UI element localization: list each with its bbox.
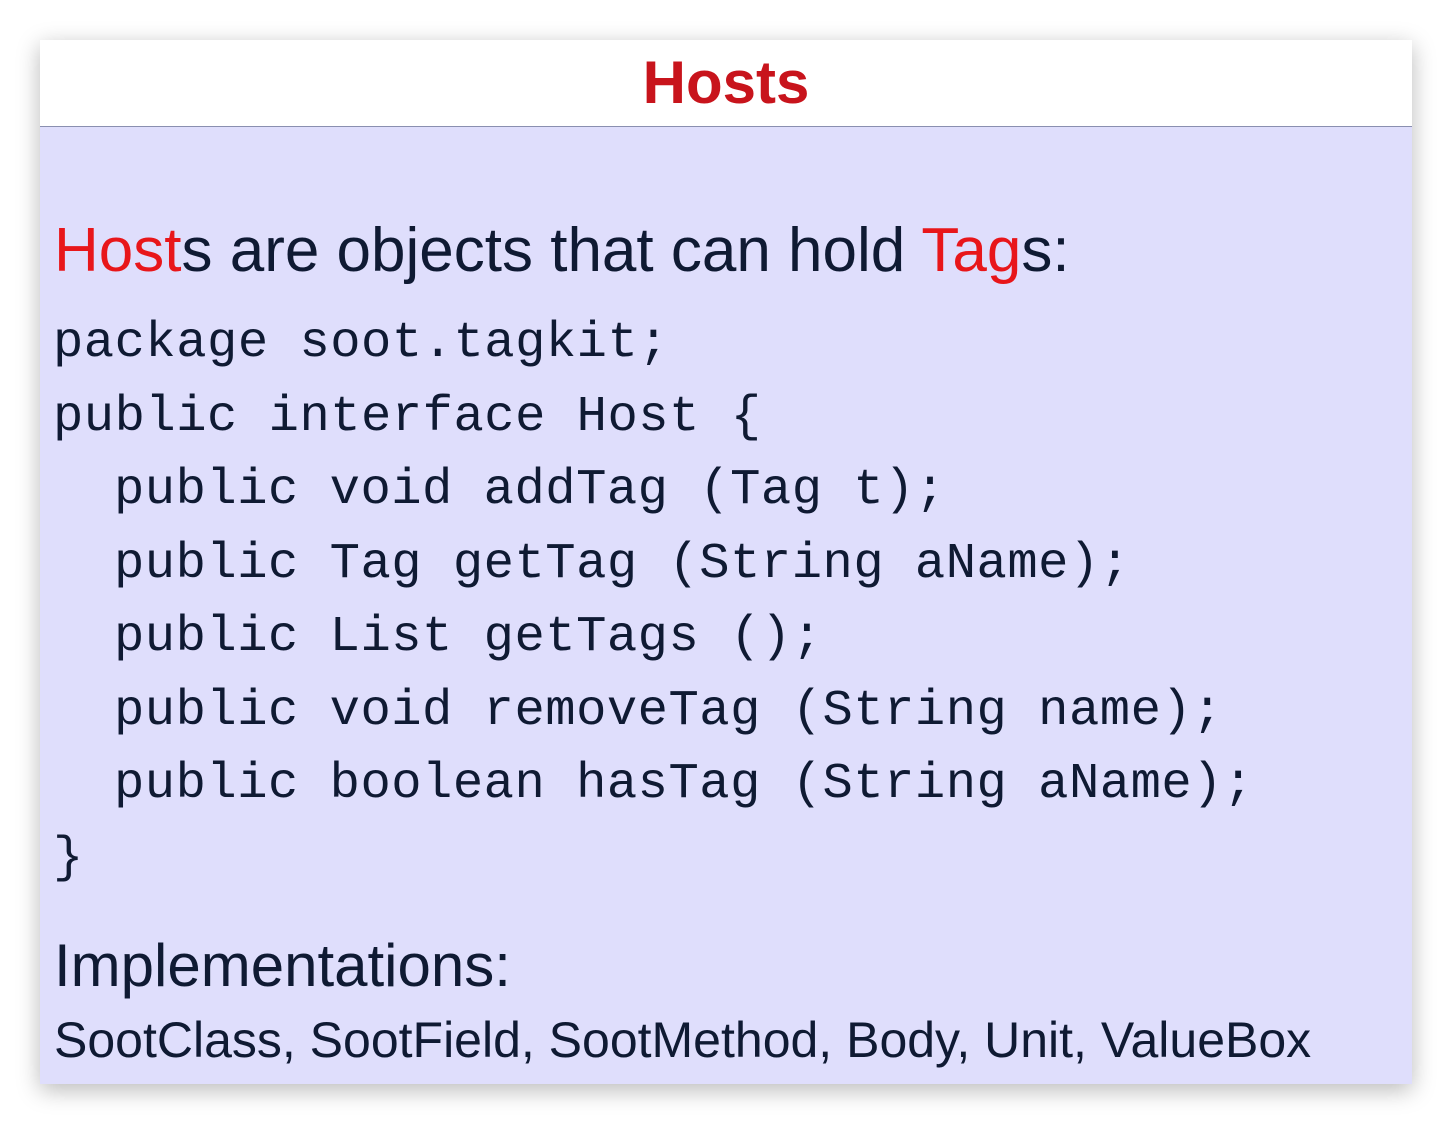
code-line-interface-decl: public interface Host { xyxy=(53,388,762,446)
code-line-close-brace: } xyxy=(53,829,84,887)
code-line-gettags: public List getTags (); xyxy=(114,609,823,666)
implementations-list: SootClass, SootField, SootMethod, Body, … xyxy=(54,1012,1312,1068)
slide-title: Hosts xyxy=(642,49,810,116)
slide: Hosts Hosts are objects that can hold Ta… xyxy=(40,40,1412,1084)
code-block: package soot.tagkit; public interface Ho… xyxy=(53,307,1254,895)
intro-text-2: s: xyxy=(1021,216,1070,285)
intro-sentence: Hosts are objects that can hold Tags: xyxy=(54,215,1070,287)
slide-body: Hosts are objects that can hold Tags: pa… xyxy=(40,127,1412,1084)
intro-host-highlight: Host xyxy=(54,216,182,285)
code-line-package: package soot.tagkit; xyxy=(53,315,670,372)
code-line-addtag: public void addTag (Tag t); xyxy=(114,462,946,519)
code-line-hastag: public boolean hasTag (String aName); xyxy=(114,756,1254,813)
code-line-removetag: public void removeTag (String name); xyxy=(114,682,1223,740)
intro-tag-highlight: Tag xyxy=(921,216,1022,285)
implementations-heading: Implementations: xyxy=(54,932,511,999)
intro-text-1: s are objects that can hold xyxy=(181,216,922,285)
title-bar: Hosts xyxy=(40,40,1412,127)
code-line-gettag: public Tag getTag (String aName); xyxy=(114,535,1131,593)
